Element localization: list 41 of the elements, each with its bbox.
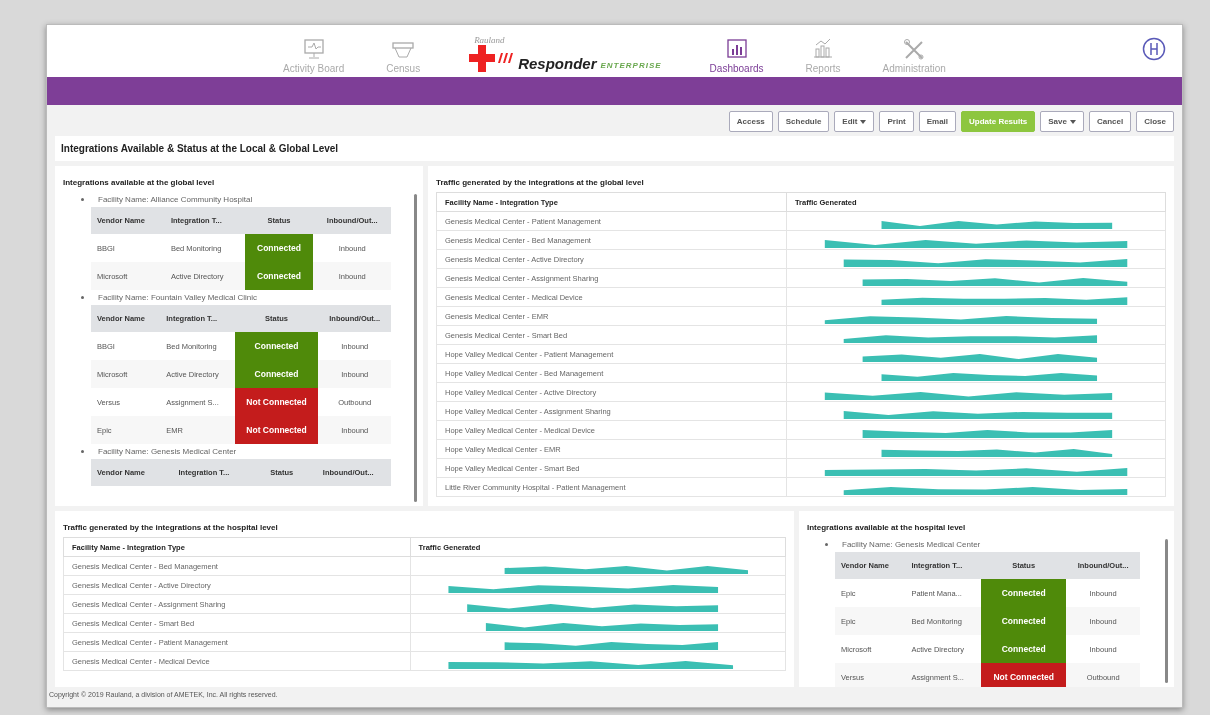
panel-title: Integrations available at the hospital level (807, 523, 967, 532)
status-badge: Connected (234, 332, 319, 360)
scrollbar[interactable] (414, 194, 417, 502)
toolbar-button[interactable]: Print (879, 111, 914, 132)
logo-text: Responder (518, 55, 597, 72)
facility-name: Facility Name: Genesis Medical Center (98, 447, 237, 456)
panel-title: Traffic generated by the integrations at the hospital level (63, 523, 279, 532)
status-badge: Connected (981, 635, 1067, 663)
status-badge: Connected (981, 607, 1067, 635)
toolbar-button[interactable]: Save (1040, 111, 1084, 132)
cross-logo-icon (468, 45, 515, 72)
status-badge: Connected (244, 234, 314, 262)
facility-name: Facility Name: Alliance Community Hospital (98, 195, 253, 204)
toolbar-button[interactable]: Schedule (777, 111, 830, 132)
bullet-icon (81, 296, 84, 299)
toolbar-button[interactable]: Edit (834, 111, 875, 132)
bullet-icon (81, 198, 84, 201)
status-badge: Connected (234, 360, 319, 388)
status-badge: Connected (244, 262, 314, 290)
edition-text: ENTERPRISE (600, 61, 662, 70)
panel-title: Integrations available at the global level (63, 178, 216, 187)
bullet-icon (825, 543, 828, 546)
toolbar-button[interactable]: Close (1136, 111, 1174, 132)
status-badge: Connected (981, 579, 1067, 607)
toolbar-button[interactable]: Access (728, 111, 773, 132)
facility-name: Facility Name: Genesis Medical Center (842, 540, 981, 549)
user-icon (1142, 37, 1166, 61)
status-badge: Not Connected (981, 663, 1067, 687)
status-badge: Not Connected (234, 388, 319, 416)
logo-script-text: Rauland (474, 35, 505, 45)
status-badge: Not Connected (234, 416, 319, 444)
panel-title: Traffic generated by the integrations at the global level (436, 178, 645, 187)
caret-icon (1069, 119, 1076, 124)
facility-name: Facility Name: Fountain Valley Medical Clinic (98, 293, 258, 302)
scrollbar[interactable] (1165, 539, 1168, 683)
toolbar-button[interactable]: Cancel (1088, 111, 1132, 132)
bullet-icon (81, 450, 84, 453)
nav-tab[interactable]: Dashboards (701, 37, 772, 74)
page-title: Integrations Available & Status at the Local & Global Level (55, 136, 1174, 161)
toolbar-button[interactable]: Email (918, 111, 957, 132)
caret-icon (860, 119, 867, 124)
